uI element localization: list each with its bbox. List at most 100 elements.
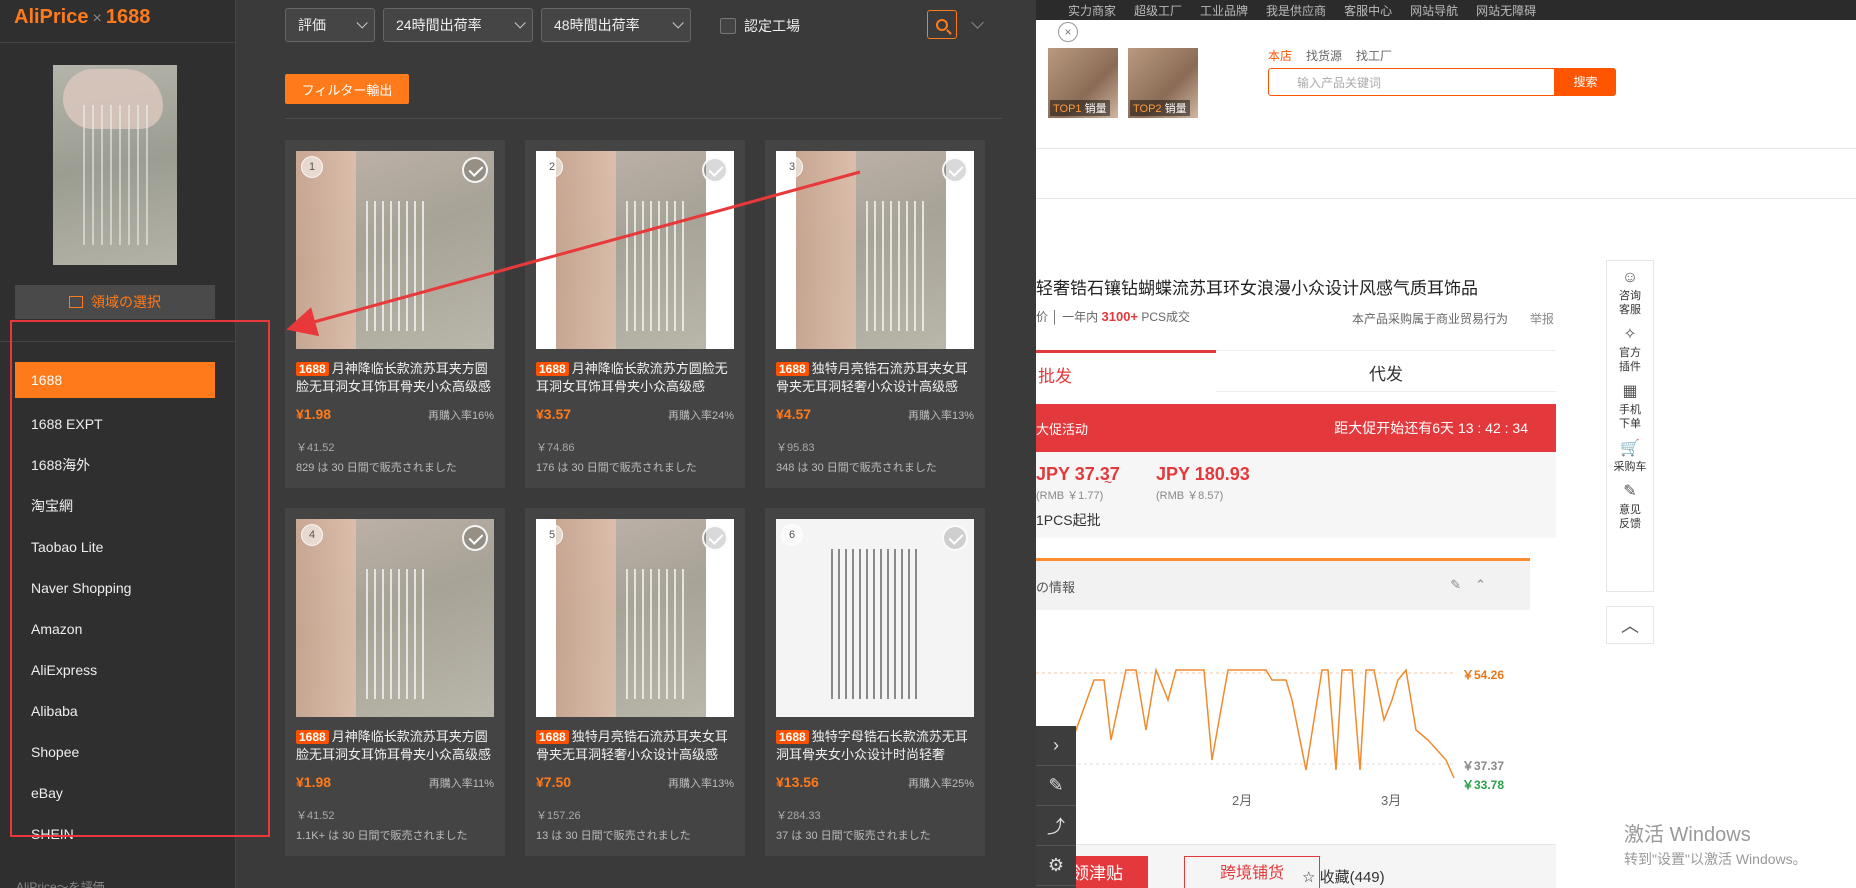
product-price: ¥1.98 (296, 774, 332, 790)
bg-topnav-item[interactable]: 网站导航 (1410, 2, 1458, 19)
select-check-icon[interactable] (702, 157, 728, 183)
source-badge: 1688 (536, 362, 569, 376)
sidebar-item-site[interactable]: Alibaba (15, 690, 215, 731)
bg-side-label: 官方 插件 (1619, 347, 1641, 373)
sidebar-item-site[interactable]: eBay (15, 772, 215, 813)
sidebar-item-site[interactable]: Amazon (15, 608, 215, 649)
sidebar-item-site[interactable]: AliExpress (15, 649, 215, 690)
sidebar-item-site[interactable]: Taobao Lite (15, 526, 215, 567)
favorite-button[interactable]: ☆ 收藏(449) (1302, 866, 1385, 887)
product-image[interactable]: 1 (296, 151, 494, 349)
rate-link[interactable]: AliPrice～を評価 (16, 878, 105, 888)
product-price: ¥13.56 (776, 774, 819, 790)
filter-bar: 評価 24時間出荷率 48時間出荷率 (285, 8, 691, 42)
cross-border-button[interactable]: 跨境铺货 (1184, 856, 1320, 888)
select-check-icon[interactable] (942, 157, 968, 183)
product-card[interactable]: 6 1688 独特字母锆石长款流苏无耳洞耳骨夹女小众设计时尚轻奢 ¥13.56 再購入率… (765, 508, 985, 856)
ship24-select[interactable]: 24時間出荷率 (383, 8, 533, 42)
chevron-down-icon (356, 17, 368, 29)
product-card[interactable]: 4 1688 月神降临长款流苏耳夹方圆脸无耳洞女耳饰耳骨夹小众高级感 ¥1.98 再購入… (285, 508, 505, 856)
sales-count: 13 は 30 日間で販売されました (536, 830, 691, 842)
chevron-down-icon (514, 17, 526, 29)
source-badge: 1688 (776, 362, 809, 376)
product-title[interactable]: 1688 独特月亮锆石流苏耳夹女耳骨夹无耳洞轻奢小众设计高级感 (536, 728, 734, 762)
product-index: 2 (541, 156, 563, 178)
edit-icon[interactable]: ✎ (1036, 766, 1076, 806)
sidebar-item-site[interactable]: 1688海外 (15, 444, 215, 485)
filter-export-button[interactable]: フィルター輸出 (285, 74, 409, 104)
select-check-icon[interactable] (462, 525, 488, 551)
bg-side-item[interactable]: 🛒 采购车 (1614, 438, 1647, 474)
bg-topnav-item[interactable]: 客服中心 (1344, 2, 1392, 19)
product-card[interactable]: 3 1688 独特月亮锆石流苏耳夹女耳骨夹无耳洞轻奢小众设计高级感 ¥4.57 再購入率… (765, 140, 985, 488)
bg-search-tab[interactable]: 找工厂 (1356, 47, 1392, 64)
bg-search-tabs: 本店 找货源 找工厂 (1268, 47, 1392, 64)
ship48-select[interactable]: 48時間出荷率 (541, 8, 691, 42)
product-title[interactable]: 1688 月神降临长款流苏方圆脸无耳洞女耳饰耳骨夹小众高级感 (536, 360, 734, 394)
chevron-right-icon[interactable]: › (1036, 726, 1076, 766)
sidebar-item-site[interactable]: 1688 (15, 362, 215, 398)
sidebar-item-site[interactable]: Naver Shopping (15, 567, 215, 608)
product-card[interactable]: 1 1688 月神降临长款流苏耳夹方圆脸无耳洞女耳饰耳骨夹小众高级感 ¥1.98 再購入… (285, 140, 505, 488)
tab-proxy[interactable]: 代发 (1216, 350, 1556, 392)
sidebar-item-site[interactable]: 1688 EXPT (15, 403, 215, 444)
bg-side-item[interactable]: ✎ 意见 反馈 (1619, 481, 1641, 531)
site-list: 1688 1688 EXPT 1688海外 淘宝網 Taobao Lite Naver S… (15, 362, 215, 854)
bg-topnav-item[interactable]: 我是供应商 (1266, 2, 1326, 19)
bg-side-item[interactable]: ✧ 官方 插件 (1619, 324, 1641, 374)
share-icon[interactable]: ⤴ (1036, 806, 1076, 846)
select-check-icon[interactable] (462, 157, 488, 183)
consult-icon: ☺ (1621, 269, 1639, 286)
bg-side-item[interactable]: ▦ 手机 下单 (1619, 381, 1641, 431)
bg-topnav-item[interactable]: 网站无障碍 (1476, 2, 1536, 19)
certified-factory-checkbox[interactable] (720, 18, 736, 34)
sidebar-item-site[interactable]: Shopee (15, 731, 215, 772)
bg-report-link[interactable]: 举报 (1530, 310, 1554, 327)
bg-topnav-item[interactable]: 实力商家 (1068, 2, 1116, 19)
converted-price: ￥95.83 (776, 442, 815, 454)
product-title[interactable]: 1688 月神降临长款流苏耳夹方圆脸无耳洞女耳饰耳骨夹小众高级感 (296, 360, 494, 394)
sort-select[interactable]: 評価 (285, 8, 375, 42)
search-image-preview (53, 65, 177, 265)
product-title[interactable]: 1688 独特字母锆石长款流苏无耳洞耳骨夹女小众设计时尚轻奢 (776, 728, 974, 762)
select-check-icon[interactable] (942, 525, 968, 551)
bg-search-tab[interactable]: 找货源 (1306, 47, 1342, 64)
product-image[interactable]: 4 (296, 519, 494, 717)
product-price: ¥3.57 (536, 406, 572, 422)
product-card[interactable]: 5 1688 独特月亮锆石流苏耳夹女耳骨夹无耳洞轻奢小众设计高级感 ¥7.50 再購入率… (525, 508, 745, 856)
chevron-down-icon[interactable] (971, 16, 984, 29)
bg-search-input[interactable]: 输入产品关键词 (1268, 68, 1555, 96)
sidebar-item-site[interactable]: 淘宝網 (15, 485, 215, 526)
bg-topnav-item[interactable]: 超级工厂 (1134, 2, 1182, 19)
product-price: ¥7.50 (536, 774, 572, 790)
repurchase-rate: 再購入率13% (667, 778, 734, 790)
settings-icon[interactable]: ⚙ (1036, 846, 1076, 886)
certified-factory-filter[interactable]: 認定工場 (720, 16, 800, 36)
product-image[interactable]: 5 (536, 519, 734, 717)
scroll-top-icon[interactable]: ︿ (1606, 606, 1654, 644)
close-icon[interactable]: × (1058, 22, 1078, 42)
moq-text: 1PCS起批 (1036, 512, 1101, 528)
bg-side-item[interactable]: ☺ 咨询 客服 (1619, 267, 1641, 317)
product-image[interactable]: 2 (536, 151, 734, 349)
tab-wholesale[interactable]: 批发 (1036, 350, 1216, 392)
product-title[interactable]: 1688 独特月亮锆石流苏耳夹女耳骨夹无耳洞轻奢小众设计高级感 (776, 360, 974, 394)
product-image[interactable]: 6 (776, 519, 974, 717)
bg-topnav-item[interactable]: 工业品牌 (1200, 2, 1248, 19)
cart-icon: 🛒 (1620, 440, 1640, 457)
product-card[interactable]: 2 1688 月神降临长款流苏方圆脸无耳洞女耳饰耳骨夹小众高级感 ¥3.57 再購入率2… (525, 140, 745, 488)
edit-collapse-icons[interactable]: ✎⌃ (1450, 577, 1500, 593)
bg-thumb-top1[interactable]: TOP1 销量 (1048, 48, 1118, 118)
windows-activation-watermark: 激活 Windows 转到"设置"以激活 Windows。 (1624, 824, 1807, 867)
search-button[interactable] (927, 10, 957, 39)
bg-thumb-top2[interactable]: TOP2 销量 (1128, 48, 1198, 118)
product-index: 6 (781, 524, 803, 546)
select-area-button[interactable]: 領域の選択 (15, 285, 215, 319)
product-image[interactable]: 3 (776, 151, 974, 349)
select-check-icon[interactable] (702, 525, 728, 551)
sidebar-item-site[interactable]: SHEIN (15, 813, 215, 854)
divider (0, 341, 235, 342)
bg-search-tab[interactable]: 本店 (1268, 47, 1292, 64)
product-title[interactable]: 1688 月神降临长款流苏耳夹方圆脸无耳洞女耳饰耳骨夹小众高级感 (296, 728, 494, 762)
bg-search-button[interactable]: 搜索 (1555, 68, 1616, 96)
